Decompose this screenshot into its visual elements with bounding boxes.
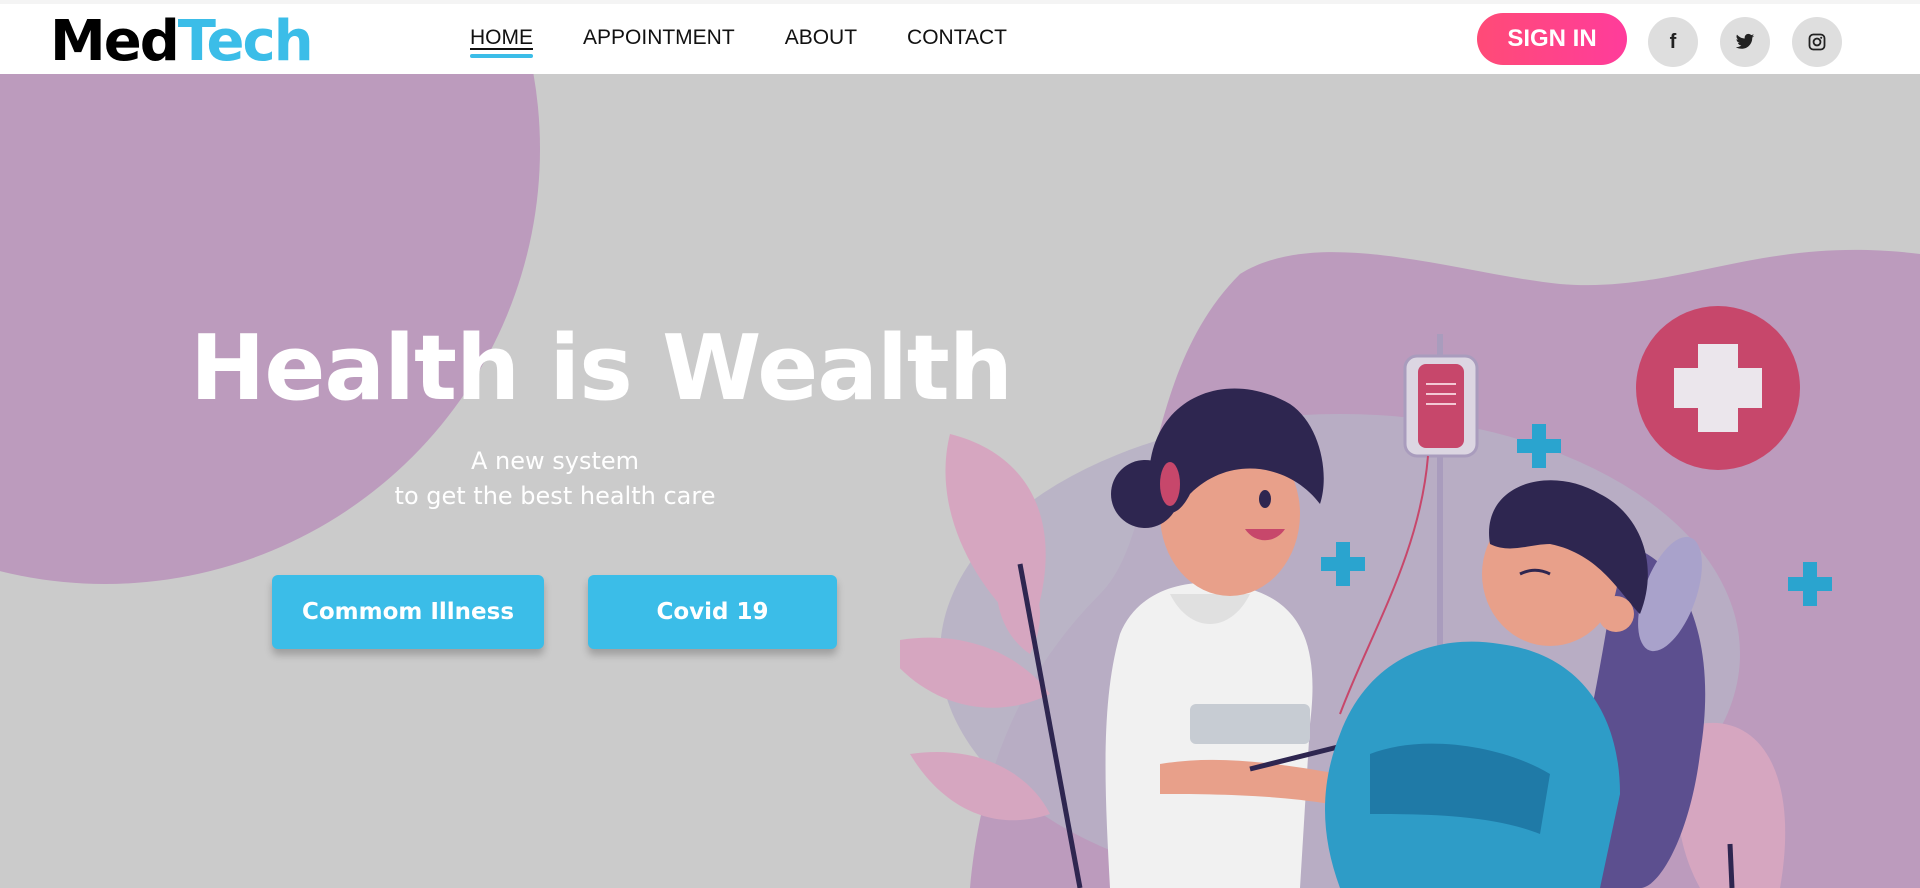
sign-in-button[interactable]: SIGN IN <box>1477 13 1627 65</box>
instagram-icon <box>1808 33 1826 51</box>
hero-subtitle: A new system to get the best health care <box>355 444 755 514</box>
site-header: Med Tech HOME APPOINTMENT ABOUT CONTACT … <box>0 4 1920 74</box>
doctor-patient-illustration <box>900 249 1920 888</box>
twitter-icon <box>1735 33 1755 49</box>
brand-logo-part1: Med <box>50 9 180 74</box>
hero-subtitle-line1: A new system <box>470 447 640 475</box>
hero-subtitle-line2: to get the best health care <box>394 482 716 510</box>
covid-19-button[interactable]: Covid 19 <box>588 575 837 649</box>
instagram-button[interactable] <box>1792 17 1842 67</box>
nav-contact[interactable]: CONTACT <box>907 26 1007 56</box>
hero-section: Health is Wealth A new system to get the… <box>0 74 1920 888</box>
nav-about[interactable]: ABOUT <box>785 26 857 56</box>
brand-logo[interactable]: Med Tech <box>50 9 314 74</box>
twitter-button[interactable] <box>1720 17 1770 67</box>
nav-home[interactable]: HOME <box>470 26 533 58</box>
facebook-icon: f <box>1669 30 1677 53</box>
main-nav: HOME APPOINTMENT ABOUT CONTACT <box>470 26 1057 58</box>
hero-title: Health is Wealth <box>190 316 1013 421</box>
common-illness-button[interactable]: Commom Illness <box>272 575 544 649</box>
nav-appointment[interactable]: APPOINTMENT <box>583 26 735 56</box>
brand-logo-part2: Tech <box>177 9 314 74</box>
facebook-button[interactable]: f <box>1648 17 1698 67</box>
